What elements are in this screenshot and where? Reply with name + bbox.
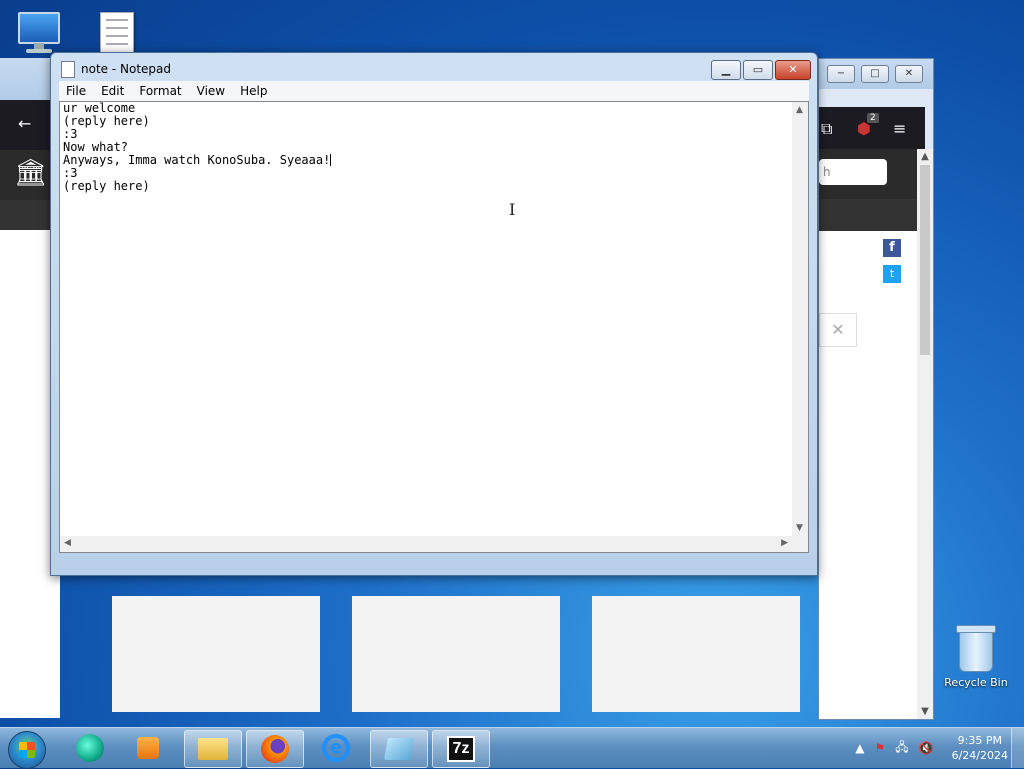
scroll-down-icon[interactable]: ▼ <box>917 706 933 717</box>
taskbar-file-explorer[interactable] <box>184 730 242 768</box>
close-button[interactable]: ✕ <box>775 60 811 80</box>
ibeam-cursor-icon: I <box>509 200 516 219</box>
close-button[interactable]: ✕ <box>895 65 923 83</box>
start-button[interactable] <box>8 731 46 769</box>
scroll-down-icon[interactable]: ▼ <box>796 523 803 533</box>
taskbar-7zip[interactable]: 7z <box>432 730 490 768</box>
extensions-icon[interactable]: ⧉ <box>821 119 832 139</box>
facebook-icon[interactable]: f <box>883 239 901 257</box>
notepad-window: note - Notepad ▁ ▭ ✕ File Edit Format Vi… <box>50 52 818 576</box>
computer-icon[interactable] <box>14 8 62 54</box>
scrollbar-thumb[interactable] <box>920 165 930 355</box>
scroll-up-icon[interactable]: ▲ <box>917 151 933 162</box>
7zip-icon: 7z <box>446 736 476 762</box>
browser-titlebar: − □ ✕ <box>819 59 933 89</box>
back-arrow-icon[interactable]: ← <box>18 114 31 133</box>
show-desktop-button[interactable] <box>1011 728 1024 768</box>
browser-scrollbar[interactable]: ▲ ▼ <box>917 149 933 719</box>
browser-page: h f t ✕ <box>819 149 917 719</box>
bin-graphic <box>956 625 996 672</box>
horizontal-scrollbar[interactable]: ◀ ▶ <box>60 536 792 552</box>
scrollbar-corner <box>792 536 808 552</box>
maximize-button[interactable]: ▭ <box>743 60 773 80</box>
ublock-badge: 2 <box>867 113 879 123</box>
recycle-bin-icon[interactable]: Recycle Bin <box>940 625 1012 689</box>
editor-line-7: :3 <box>63 166 78 180</box>
scroll-up-icon[interactable]: ▲ <box>796 105 803 115</box>
clock-date: 6/24/2024 <box>951 749 1008 762</box>
placeholder-card <box>112 596 320 712</box>
scroll-left-icon[interactable]: ◀ <box>64 538 71 548</box>
menu-view[interactable]: View <box>190 84 233 98</box>
clock[interactable]: 9:35 PM 6/24/2024 <box>952 733 1008 763</box>
editor-line-5-text: Anyways, Imma watch KonoSuba. Syeaaa! <box>63 153 331 167</box>
internet-explorer-icon: e <box>322 734 350 762</box>
site-header: h <box>819 149 917 199</box>
notepad-app-icon[interactable] <box>61 61 75 78</box>
system-tray: ▲ ⚑ 🖧 🔇 9:35 PM 6/24/2024 <box>855 728 1008 768</box>
taskbar-notepad[interactable] <box>370 730 428 768</box>
window-title: note - Notepad <box>81 62 171 76</box>
scroll-right-icon[interactable]: ▶ <box>781 538 788 548</box>
minimize-button[interactable]: ▁ <box>711 60 741 80</box>
media-player-icon <box>137 737 159 759</box>
browser-window: − □ ✕ ⧉ ⬢ 2 ≡ h f t ✕ ▲ ▼ <box>818 58 934 720</box>
editor-line-1: ur welcome <box>63 101 136 115</box>
text-editor[interactable]: ur welcome (reply here) :3 Now what? Any… <box>59 101 809 553</box>
taskbar: e 7z ▲ ⚑ 🖧 🔇 9:35 PM 6/24/2024 <box>0 727 1024 769</box>
dismiss-button[interactable]: ✕ <box>819 313 857 347</box>
menu-help[interactable]: Help <box>233 84 275 98</box>
placeholder-card <box>352 596 560 712</box>
text-caret <box>330 154 332 166</box>
site-nav <box>819 199 917 231</box>
minimize-button[interactable]: − <box>827 65 855 83</box>
clock-time: 9:35 PM <box>957 734 1002 747</box>
action-center-icon[interactable]: ⚑ <box>874 741 885 755</box>
placeholder-card <box>592 596 800 712</box>
taskbar-media-player[interactable] <box>120 730 176 766</box>
editor-line-5: Anyways, Imma watch KonoSuba. Syeaaa! <box>60 154 808 167</box>
show-hidden-icons-icon[interactable]: ▲ <box>855 741 864 755</box>
network-icon[interactable]: 🖧 <box>895 738 908 759</box>
twitter-icon[interactable]: t <box>883 265 901 283</box>
ccleaner-icon <box>76 734 104 762</box>
editor-line-2: (reply here) <box>63 114 150 128</box>
museum-logo-icon[interactable]: 🏛 <box>14 158 47 188</box>
restore-button[interactable]: □ <box>861 65 889 83</box>
taskbar-internet-explorer[interactable]: e <box>308 730 364 766</box>
menu-file[interactable]: File <box>59 84 94 98</box>
menu-edit[interactable]: Edit <box>94 84 132 98</box>
menu-format[interactable]: Format <box>132 84 189 98</box>
search-input[interactable]: h <box>819 159 887 185</box>
volume-muted-icon[interactable]: 🔇 <box>919 741 934 755</box>
notepad-icon <box>384 738 414 760</box>
taskbar-ccleaner[interactable] <box>62 730 118 766</box>
folder-icon <box>198 738 228 760</box>
vertical-scrollbar[interactable]: ▲ ▼ <box>792 102 808 536</box>
editor-line-3: :3 <box>63 127 78 141</box>
menu-icon[interactable]: ≡ <box>893 119 906 138</box>
document-icon[interactable] <box>100 12 134 54</box>
firefox-icon <box>261 735 289 763</box>
editor-line-8: (reply here) <box>63 179 150 193</box>
taskbar-firefox[interactable] <box>246 730 304 768</box>
browser-toolbar: ⧉ ⬢ 2 ≡ <box>819 107 925 149</box>
recycle-bin-label: Recycle Bin <box>944 676 1008 689</box>
menu-bar: File Edit Format View Help <box>59 81 809 101</box>
